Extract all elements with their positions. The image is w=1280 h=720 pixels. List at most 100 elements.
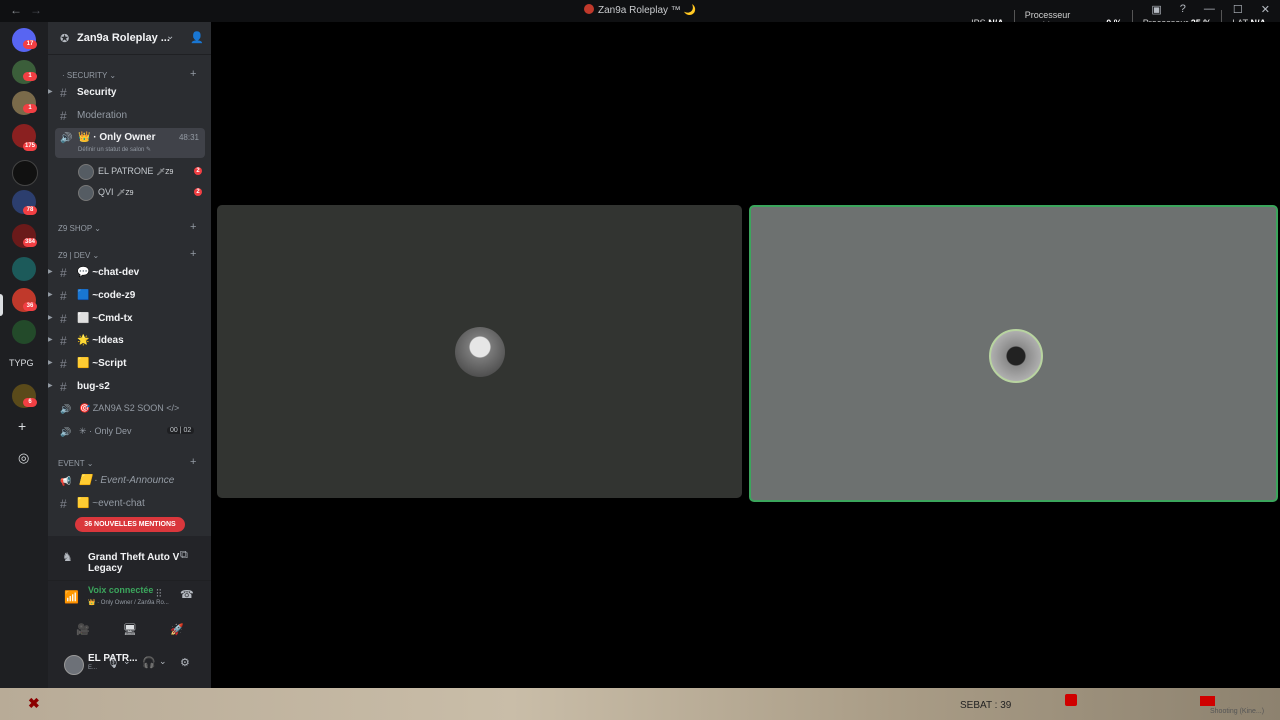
avatar[interactable] bbox=[64, 655, 84, 675]
participant-avatar bbox=[454, 326, 505, 377]
channel-script[interactable]: ▶ # 🟨 ~Script bbox=[48, 354, 211, 374]
game-name: Grand Theft Auto V Legacy bbox=[88, 552, 180, 574]
gpu-label-line1: Processeur bbox=[1024, 10, 1071, 20]
announcement-icon: 📢 bbox=[60, 476, 72, 486]
channel-bug-s2[interactable]: ▶ # bug-s2 bbox=[48, 377, 211, 397]
settings-gear-icon[interactable]: ⚙ bbox=[180, 656, 190, 669]
game-icon: ♞ bbox=[62, 550, 73, 564]
hash-icon: # bbox=[60, 334, 67, 348]
invite-people-icon[interactable]: 👤 bbox=[190, 31, 204, 44]
headset-icon[interactable]: 🎧 bbox=[142, 656, 156, 669]
channel-chat-dev[interactable]: ▶ # 💬 ~chat-dev bbox=[48, 263, 211, 283]
server-text-item[interactable]: TYPG bbox=[9, 358, 34, 368]
server-icon[interactable] bbox=[12, 257, 36, 281]
channel-cmd-tx[interactable]: ▶ # ⬜ ~Cmd-tx bbox=[48, 309, 211, 329]
user-name: QVI bbox=[98, 187, 114, 197]
video-tile-participant-2-speaking[interactable] bbox=[749, 205, 1278, 502]
chevron-down-icon[interactable]: ⌄ bbox=[123, 656, 131, 667]
voice-channel-zan9a-s2[interactable]: 🔊 🎯 ZAN9A S2 SOON </> bbox=[48, 399, 211, 419]
channel-name: 🟦 ~code-z9 bbox=[77, 290, 136, 301]
add-server-icon[interactable]: + bbox=[18, 418, 26, 434]
add-channel-icon[interactable]: + bbox=[190, 248, 196, 260]
game-activity: ♞ Grand Theft Auto V Legacy ⧉ bbox=[48, 536, 211, 580]
stream-screen-icon[interactable]: ⧉ bbox=[180, 549, 188, 562]
channel-ideas[interactable]: ▶ # 🌟 ~Ideas bbox=[48, 331, 211, 351]
channel-name: 💬 ~chat-dev bbox=[77, 267, 140, 278]
hash-icon: # bbox=[60, 312, 67, 326]
camera-button[interactable]: 🎥 bbox=[66, 619, 100, 641]
voice-user-name: QVI 🗡Z9 bbox=[98, 187, 134, 197]
user-tag: 🗡Z9 bbox=[116, 190, 134, 197]
video-tile-participant-1[interactable] bbox=[217, 205, 742, 498]
voice-channel-only-owner[interactable]: 🔊 👑 · Only Owner Définir un statut de sa… bbox=[55, 128, 205, 158]
hash-icon: # bbox=[60, 357, 67, 371]
user-panel: EL PATR... E... 🎙 ⌄ 🎧 ⌄ ⚙ bbox=[48, 650, 211, 688]
unread-badge: 175 bbox=[23, 142, 38, 151]
hash-icon: # bbox=[60, 380, 67, 394]
server-icon[interactable] bbox=[12, 160, 38, 186]
category-z9-shop[interactable]: Z9 SHOP ⌄ + bbox=[48, 219, 211, 239]
add-channel-icon[interactable]: + bbox=[190, 221, 196, 233]
add-channel-icon[interactable]: + bbox=[190, 456, 196, 468]
expand-arrow-icon: ▶ bbox=[48, 337, 53, 343]
channel-name: 🟨 ~Script bbox=[77, 358, 127, 369]
expand-arrow-icon: ▶ bbox=[48, 292, 53, 298]
close-x-icon[interactable]: ✖ bbox=[28, 695, 40, 712]
noise-suppression-icon[interactable]: ⫶⫶ bbox=[156, 588, 162, 601]
category-label: · Security ⌄ bbox=[62, 71, 117, 80]
voice-channel-timer: 48:31 bbox=[178, 133, 199, 142]
user-status: E... bbox=[88, 665, 98, 671]
server-icon[interactable] bbox=[12, 320, 36, 344]
voice-user-name: EL PATRONE 🗡Z9 bbox=[98, 166, 173, 176]
hash-icon: # bbox=[60, 266, 67, 280]
voice-connected-status[interactable]: Voix connectée bbox=[88, 585, 153, 595]
voice-stage bbox=[211, 22, 1280, 688]
user-name: EL PATRONE bbox=[98, 166, 154, 176]
server-rail: 17 1 1 175 78 384 36 TYPG 6 + ◎ bbox=[0, 22, 48, 688]
channel-name: Moderation bbox=[77, 110, 128, 121]
window-title-text: Zan9a Roleplay ™ 🌙 bbox=[597, 5, 697, 16]
server-header[interactable]: ✪ Zan9a Roleplay ... ⌄ 👤 bbox=[48, 22, 211, 55]
chevron-down-icon[interactable]: ⌄ bbox=[159, 656, 167, 667]
speaker-icon: 🔊 bbox=[60, 427, 72, 437]
expand-arrow-icon: ▶ bbox=[48, 383, 53, 389]
channel-event-announce[interactable]: 📢 🟨 · Event-Announce bbox=[48, 471, 211, 491]
channel-event-chat[interactable]: # 🟨 ~event-chat bbox=[48, 494, 211, 514]
speaker-icon: 🔊 bbox=[60, 133, 73, 144]
unread-badge: 384 bbox=[23, 238, 38, 247]
voice-connection-panel: 📶 Voix connectée 👑 · Only Owner / Zan9a … bbox=[48, 580, 211, 651]
channel-code-z9[interactable]: ▶ # 🟦 ~code-z9 bbox=[48, 286, 211, 306]
signal-icon[interactable]: 📶 bbox=[64, 590, 79, 604]
hash-icon: # bbox=[60, 497, 67, 511]
category-label: Z9 SHOP ⌄ bbox=[58, 224, 102, 233]
chevron-down-icon[interactable]: ⌄ bbox=[166, 31, 174, 42]
expand-arrow-icon: ▶ bbox=[48, 89, 53, 95]
sebat-counter: SEBAT : 39 bbox=[960, 700, 1012, 711]
voice-user[interactable]: QVI 🗡Z9 2 bbox=[78, 183, 208, 201]
voice-user[interactable]: EL PATRONE 🗡Z9 2 bbox=[78, 162, 208, 180]
voice-channel-status[interactable]: Définir un statut de salon ✎ bbox=[78, 146, 151, 153]
voice-channel-name: 🎯 ZAN9A S2 SOON </> bbox=[79, 403, 180, 413]
new-mentions-button[interactable]: 36 NOUVELLES MENTIONS bbox=[75, 517, 185, 532]
explore-servers-icon[interactable]: ◎ bbox=[18, 450, 29, 466]
unread-badge: 6 bbox=[23, 398, 37, 407]
disconnect-icon[interactable]: ☎ bbox=[180, 588, 194, 601]
share-screen-button[interactable]: 🖥 bbox=[113, 619, 147, 641]
activity-button[interactable]: 🚀 bbox=[160, 619, 194, 641]
unread-badge: 1 bbox=[23, 72, 37, 81]
channel-name: 🟨 · Event-Announce bbox=[79, 475, 175, 486]
game-hud-strip: ✖ SEBAT : 39 Shooting (Kine...) bbox=[0, 688, 1280, 720]
server-emblem-icon: ✪ bbox=[60, 33, 70, 45]
hash-icon: # bbox=[60, 86, 67, 100]
user-tag: 🗡Z9 bbox=[156, 169, 174, 176]
channel-security[interactable]: ▶ # Security bbox=[48, 83, 211, 103]
hash-icon: # bbox=[60, 289, 67, 303]
voice-channel-name: ✳ · Only Dev bbox=[79, 426, 132, 436]
channel-moderation[interactable]: # Moderation bbox=[48, 106, 211, 126]
microphone-icon[interactable]: 🎙 bbox=[106, 656, 120, 669]
voice-channel-only-dev[interactable]: 🔊 ✳ · Only Dev 00 | 02 bbox=[48, 422, 211, 442]
hash-icon: # bbox=[60, 109, 67, 123]
notification-badge: 2 bbox=[194, 188, 202, 196]
add-channel-icon[interactable]: + bbox=[190, 68, 196, 80]
voice-channel-name: 👑 · Only Owner bbox=[78, 132, 156, 143]
